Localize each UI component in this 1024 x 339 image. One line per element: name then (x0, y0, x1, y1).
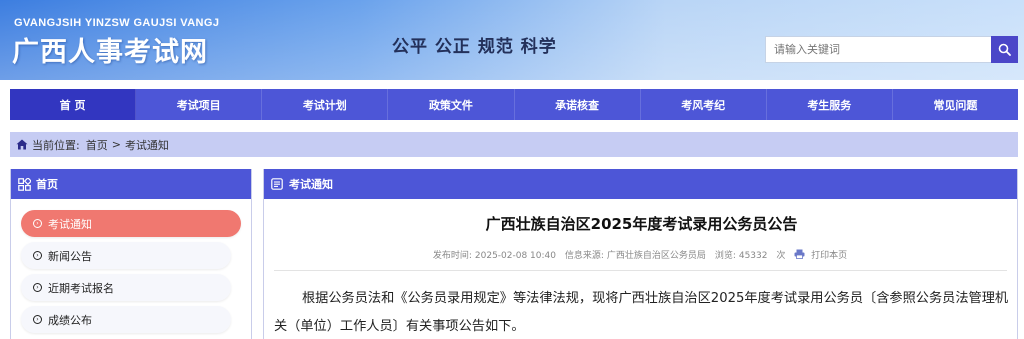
sidebar-item-label: 成绩公布 (48, 313, 92, 327)
nav-item-exam-projects[interactable]: 考试项目 (136, 89, 263, 120)
article-meta: 发布时间: 2025-02-08 10:40 信息来源: 广西壮族自治区公务员局 浏… (264, 248, 1019, 261)
views-label: 浏览: (714, 251, 736, 261)
breadcrumb-current[interactable]: 考试通知 (125, 137, 169, 153)
nav-item-commitment-check[interactable]: 承诺核查 (515, 89, 641, 120)
source-value: 广西壮族自治区公务员局 (606, 251, 706, 261)
sidebar-item-score-release[interactable]: › 成绩公布 (21, 306, 231, 333)
sidebar-item-label: 新闻公告 (48, 249, 92, 263)
circle-arrow-icon: › (33, 283, 42, 292)
sidebar-item-news[interactable]: › 新闻公告 (21, 242, 231, 269)
views-count: 45332 (738, 251, 768, 261)
article-panel: 考试通知 广西壮族自治区2025年度考试录用公务员公告 发布时间: 2025-02… (263, 169, 1018, 339)
nav-item-candidate-services[interactable]: 考生服务 (767, 89, 893, 120)
breadcrumb-label: 当前位置: (32, 138, 80, 152)
publish-time: 2025-02-08 10:40 (474, 251, 556, 261)
nav-item-exam-discipline[interactable]: 考风考纪 (641, 89, 767, 120)
article-body: 根据公务员法和《公务员录用规定》等法律法规，现将广西壮族自治区2025年度考试录… (274, 291, 1009, 334)
sidebar-title: 首页 (36, 178, 58, 191)
printer-icon (794, 249, 805, 259)
search-box (765, 36, 1018, 63)
breadcrumb: 当前位置: 首页 > 考试通知 (10, 132, 1018, 157)
site-header: GVANGJSIH YINZSW GAUJSI VANGJ 广西人事考试网 公平… (0, 0, 1024, 80)
circle-arrow-icon: › (33, 315, 42, 324)
nav-item-exam-plan[interactable]: 考试计划 (262, 89, 389, 120)
sidebar: 首页 › 考试通知 › 新闻公告 › 近期考试报名 › 成绩公布 (10, 169, 252, 339)
article-divider (274, 270, 1007, 271)
nav-item-faq[interactable]: 常见问题 (893, 89, 1018, 120)
breadcrumb-home-link[interactable]: 首页 (86, 137, 108, 153)
sidebar-list: › 考试通知 › 新闻公告 › 近期考试报名 › 成绩公布 (11, 199, 251, 333)
circle-arrow-icon: › (33, 251, 42, 260)
site-slogan: 公平 公正 规范 科学 (392, 37, 557, 57)
print-label: 打印本页 (811, 251, 848, 261)
search-button[interactable] (991, 36, 1018, 63)
sidebar-item-label: 近期考试报名 (48, 281, 114, 295)
article-title: 广西壮族自治区2025年度考试录用公务员公告 (485, 215, 798, 233)
search-icon (998, 43, 1011, 56)
publish-label: 发布时间: (432, 251, 472, 261)
home-icon (16, 139, 28, 150)
document-icon (271, 178, 283, 190)
site-logo-english: GVANGJSIH YINZSW GAUJSI VANGJ (14, 17, 220, 29)
nav-item-policy-documents[interactable]: 政策文件 (388, 89, 515, 120)
section-title: 考试通知 (289, 178, 333, 191)
views-unit: 次 (776, 251, 786, 261)
breadcrumb-separator: > (111, 138, 121, 151)
circle-arrow-icon: › (33, 219, 42, 228)
site-logo[interactable]: 广西人事考试网 (12, 30, 208, 69)
sidebar-header: 首页 (11, 169, 251, 199)
sidebar-item-recent-registration[interactable]: › 近期考试报名 (21, 274, 231, 301)
nav-item-home[interactable]: 首 页 (10, 89, 137, 120)
sidebar-item-label: 考试通知 (48, 217, 92, 231)
sidebar-item-exam-notice[interactable]: › 考试通知 (21, 210, 241, 237)
main-nav: 首 页 考试项目 考试计划 政策文件 承诺核查 考风考纪 考生服务 常见问题 (10, 89, 1018, 120)
print-button[interactable]: 打印本页 (794, 249, 850, 261)
search-input[interactable] (765, 36, 991, 63)
article-panel-header: 考试通知 (264, 169, 1017, 199)
source-label: 信息来源: (564, 251, 604, 261)
grid-icon (18, 177, 31, 191)
